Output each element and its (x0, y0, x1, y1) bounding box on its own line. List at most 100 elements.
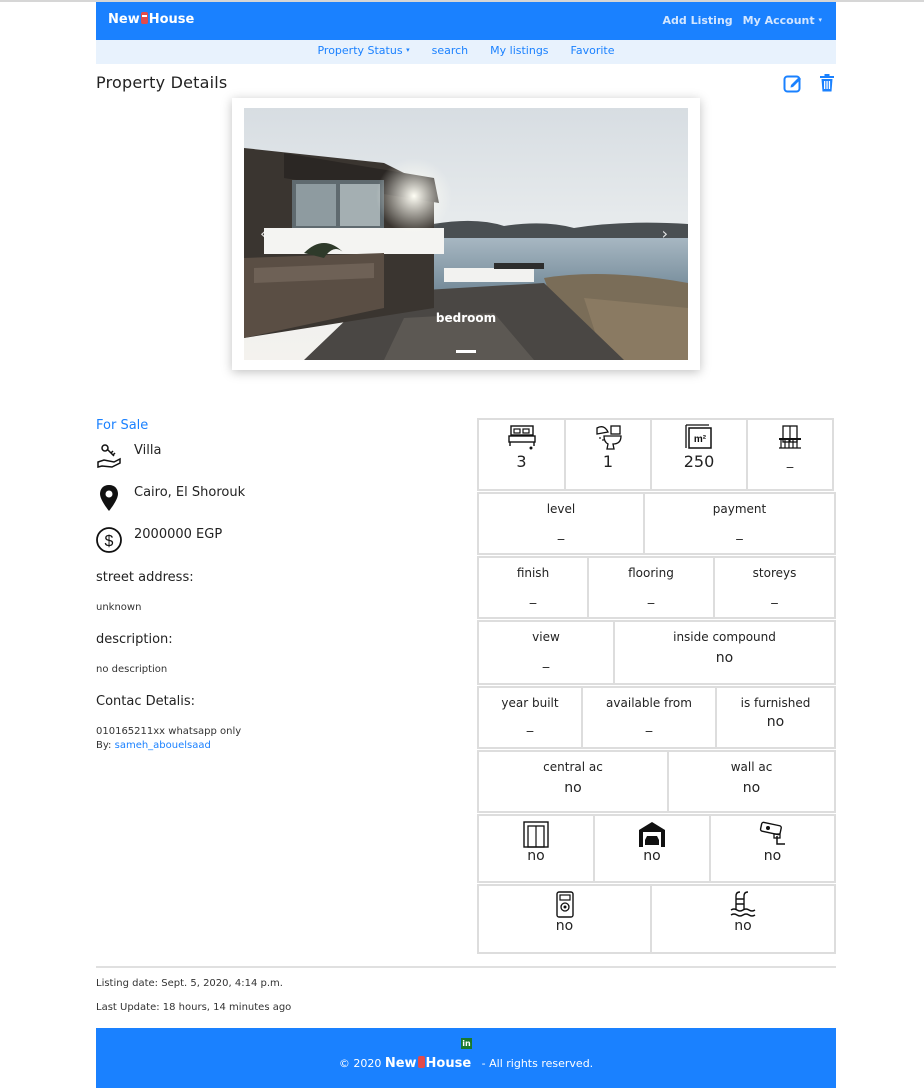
posted-by: By: sameh_abouelsaad (96, 740, 211, 751)
svg-text:$: $ (105, 533, 114, 550)
caret-down-icon: ▾ (406, 46, 410, 54)
copyright-suffix: - All rights reserved. (481, 1057, 594, 1070)
available-from-cell: available from _ (581, 686, 717, 749)
available-from-label: available from (606, 696, 692, 710)
trash-icon[interactable] (819, 74, 835, 92)
feature-row-counts: 3 1 m² 250 _ (477, 418, 836, 491)
wall-ac-label: wall ac (730, 760, 773, 774)
finish-cell: finish _ (477, 556, 589, 619)
carousel-prev-button[interactable]: ‹ (260, 224, 266, 243)
add-listing-link[interactable]: Add Listing (663, 14, 733, 27)
user-profile-link[interactable]: sameh_abouelsaad (115, 740, 211, 751)
carousel-next-button[interactable]: › (662, 224, 668, 243)
payment-cell: payment _ (643, 492, 836, 555)
price: 2000000 EGP (134, 527, 223, 542)
description-label: description: (96, 632, 173, 647)
location-row: Cairo, El Shorouk (96, 484, 245, 512)
year-built-label: year built (501, 696, 559, 710)
year-built-value: _ (526, 718, 534, 733)
year-built-cell: year built _ (477, 686, 583, 749)
garage-icon (639, 822, 665, 847)
street-address-value: unknown (96, 602, 142, 613)
feature-row-view: view _ inside compound no (477, 620, 836, 685)
my-listings-link[interactable]: My listings (490, 44, 548, 64)
feature-row-level-payment: level _ payment _ (477, 492, 836, 555)
inside-compound-value: no (715, 650, 734, 666)
central-ac-value: no (564, 780, 582, 796)
flooring-cell: flooring _ (587, 556, 715, 619)
bathrooms-value: 1 (602, 452, 614, 471)
balcony-cell: _ (746, 418, 834, 491)
pool-icon (730, 891, 756, 917)
linkedin-icon[interactable]: in (461, 1038, 472, 1049)
payment-label: payment (712, 502, 767, 516)
balcony-value: _ (786, 454, 794, 469)
elevator-value: no (527, 848, 545, 864)
bedrooms-value: 3 (516, 452, 527, 471)
page-title: Property Details (96, 73, 228, 92)
level-cell: level _ (477, 492, 645, 555)
contact-label: Contac Detalis: (96, 694, 196, 709)
feature-row-amenities: no no no (477, 814, 836, 883)
finish-label: finish (516, 566, 550, 580)
level-value: _ (557, 526, 565, 541)
street-address-label: street address: (96, 570, 194, 585)
balcony-icon (779, 425, 801, 449)
svg-text:m²: m² (694, 434, 707, 445)
is-furnished-cell: is furnished no (715, 686, 836, 749)
caret-down-icon: ▾ (818, 16, 822, 24)
my-account-dropdown[interactable]: My Account ▾ (743, 14, 822, 27)
map-pin-icon (96, 484, 122, 512)
property-photo: ‹ › bedroom (244, 108, 688, 360)
property-status-label: Property Status (317, 44, 403, 57)
footer-brand-right: House (425, 1056, 472, 1071)
feature-row-extras: no no (477, 884, 836, 954)
listing-date: Listing date: Sept. 5, 2020, 4:14 p.m. (96, 978, 283, 989)
security-camera-icon (759, 821, 785, 845)
description-value: no description (96, 664, 168, 675)
carousel-indicator[interactable] (456, 350, 476, 353)
elevator-cell: no (477, 814, 595, 883)
property-status-dropdown[interactable]: Property Status ▾ (317, 44, 409, 64)
feature-row-ac: central ac no wall ac no (477, 750, 836, 813)
bathrooms-cell: 1 (564, 418, 652, 491)
favorite-link[interactable]: Favorite (571, 44, 615, 64)
divider (96, 966, 836, 968)
dollar-circle-icon: $ (96, 526, 122, 554)
intercom-value: no (555, 918, 574, 934)
edit-icon[interactable] (783, 73, 803, 93)
brand-left: New (108, 12, 140, 27)
pool-value: no (734, 918, 752, 934)
feature-row-year: year built _ available from _ is furnish… (477, 686, 836, 749)
footer: in © 2020 New House - All rights reserved… (96, 1028, 836, 1088)
search-link[interactable]: search (432, 44, 469, 64)
toilet-icon (596, 425, 622, 450)
brand-logo[interactable]: New House (108, 12, 194, 27)
brand-right: House (148, 12, 195, 27)
central-ac-label: central ac (543, 760, 603, 774)
is-furnished-label: is furnished (740, 696, 811, 710)
area-cell: m² 250 (650, 418, 748, 491)
last-update: Last Update: 18 hours, 14 minutes ago (96, 1002, 292, 1013)
copyright: © 2020 New House - All rights reserved. (96, 1056, 836, 1071)
payment-value: _ (736, 526, 743, 541)
property-type-row: Villa (96, 442, 161, 470)
flooring-label: flooring (628, 566, 674, 580)
location: Cairo, El Shorouk (134, 485, 246, 500)
security-camera-cell: no (709, 814, 836, 883)
available-from-value: _ (645, 718, 653, 733)
intercom-icon (555, 891, 574, 918)
wall-ac-cell: wall ac no (667, 750, 836, 813)
by-label: By: (96, 740, 112, 751)
subnav: Property Status ▾ search My listings Fav… (96, 40, 836, 64)
garage-cell: no (593, 814, 711, 883)
flooring-value: _ (647, 590, 655, 605)
listing-status: For Sale (96, 418, 149, 433)
storeys-cell: storeys _ (713, 556, 836, 619)
storeys-label: storeys (752, 566, 797, 580)
elevator-icon (523, 821, 549, 848)
navbar: New House Add Listing My Account ▾ (96, 2, 836, 40)
storeys-value: _ (771, 590, 778, 605)
hydrant-icon (417, 1056, 425, 1068)
view-value: _ (542, 654, 550, 669)
